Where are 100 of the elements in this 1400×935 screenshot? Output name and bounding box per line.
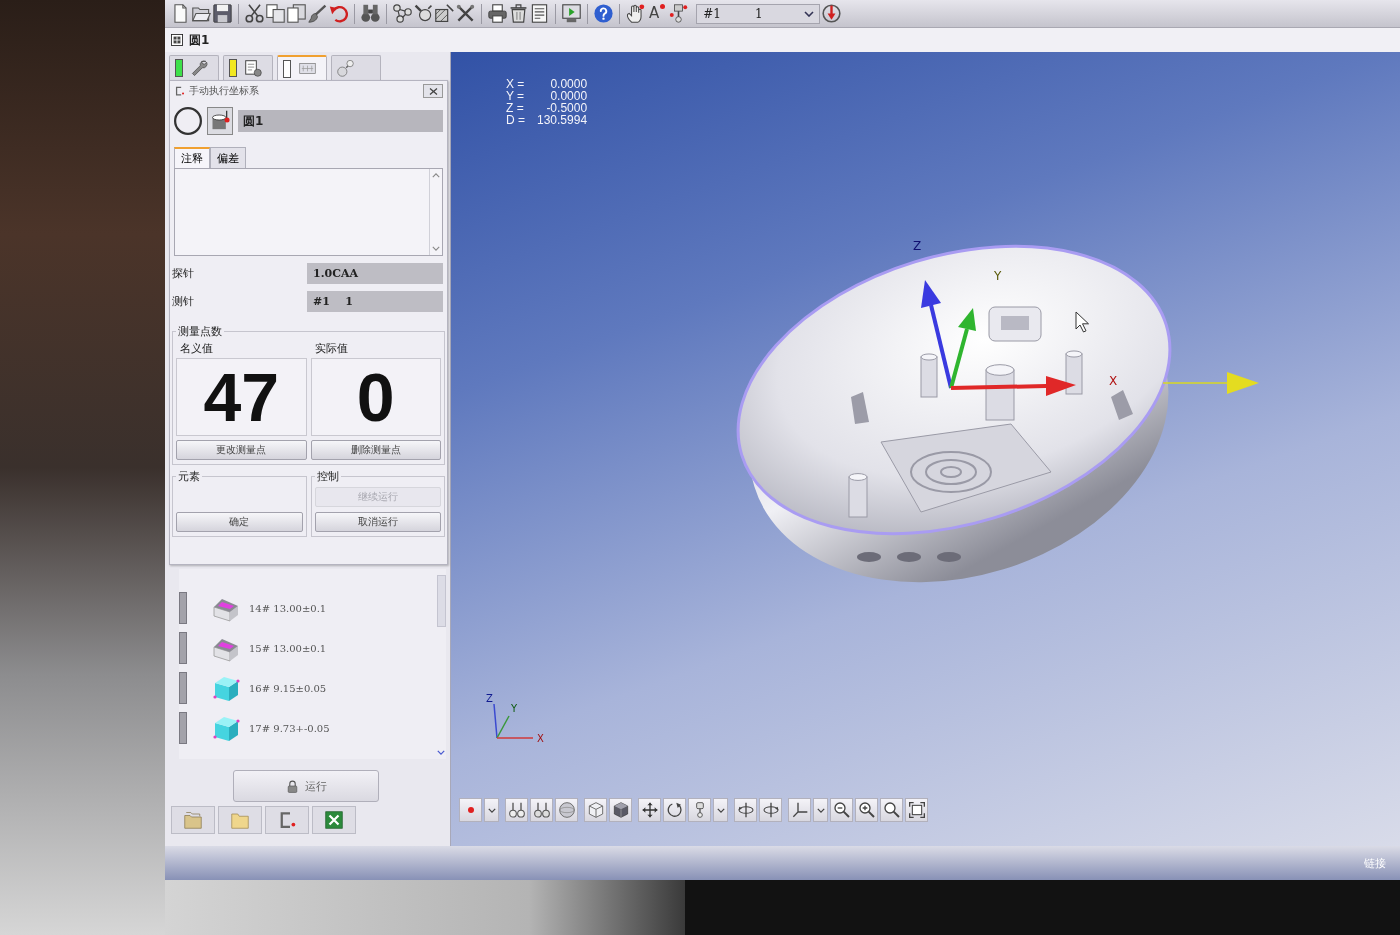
axis-label: Y	[994, 269, 1002, 283]
view-button[interactable]	[905, 798, 928, 822]
scissors-icon[interactable]	[245, 4, 264, 23]
view-button[interactable]	[505, 798, 528, 822]
coordinate-label: Z =	[506, 102, 525, 114]
tab[interactable]: 偏差	[210, 147, 246, 168]
view-button[interactable]	[855, 798, 878, 822]
move-icon	[641, 802, 658, 818]
text-point-button[interactable]: A	[647, 3, 668, 24]
action-button[interactable]: 删除测量点	[310, 440, 441, 460]
mouse-cursor-icon	[1075, 311, 1089, 333]
axis-label: Z	[913, 239, 922, 253]
3d-viewport[interactable]: Z Y X Z Y X X = 0.0000 Y = 0.0000 Z = -0.5000 D = 130.5994	[451, 52, 1400, 846]
save-icon[interactable]	[213, 4, 232, 23]
paste-icon[interactable]	[287, 4, 306, 23]
action-button[interactable]: 确定	[176, 512, 303, 532]
feature-name[interactable]: 圆1	[189, 31, 210, 49]
panel-tab[interactable]	[265, 806, 309, 834]
feature-label[interactable]: 14# 13.00±0.1	[249, 602, 327, 614]
probe-head-icon	[210, 110, 230, 130]
axis-label: X	[537, 733, 544, 744]
copy-icon[interactable]	[266, 4, 285, 23]
row-marker	[179, 672, 187, 704]
view-button[interactable]	[530, 798, 553, 822]
action-button[interactable]: 取消运行	[314, 512, 441, 532]
probe-stylus-icon	[337, 59, 354, 77]
feature-label[interactable]: 16# 9.15±0.05	[249, 682, 327, 694]
probe-tool-icon[interactable]	[414, 4, 433, 23]
scroll-down-icon[interactable]	[437, 750, 445, 755]
panel-tab[interactable]	[223, 55, 273, 80]
solid-cube-icon	[612, 802, 629, 818]
probe-head-icon[interactable]	[669, 4, 689, 23]
run-button[interactable]: 运行	[233, 770, 379, 802]
record-dot-icon	[467, 807, 474, 813]
dropdown[interactable]: #1 1	[696, 3, 821, 24]
field-label: 探针	[172, 266, 195, 281]
dropdown-button[interactable]	[713, 798, 728, 822]
spreadsheet-icon	[325, 811, 343, 829]
view-button[interactable]	[880, 798, 903, 822]
feature-label[interactable]: 15# 13.00±0.1	[249, 642, 327, 654]
rotate-axis-icon	[737, 802, 754, 818]
trash-icon[interactable]	[509, 4, 528, 23]
scrollbar-thumb[interactable]	[436, 575, 446, 627]
view-button[interactable]	[788, 798, 811, 822]
brush-icon[interactable]	[308, 4, 327, 23]
field-value[interactable]: 1.0CAA	[307, 263, 443, 284]
nodes-icon[interactable]	[393, 4, 412, 23]
rotate-icon	[666, 802, 683, 818]
vent-hole	[937, 552, 961, 562]
view-button[interactable]	[734, 798, 757, 822]
folder-icon[interactable]	[192, 4, 211, 23]
panel-tab[interactable]	[277, 55, 327, 80]
coordinate-label: X =	[506, 78, 525, 90]
view-button[interactable]	[459, 798, 482, 822]
binoculars-icon[interactable]	[361, 4, 380, 23]
view-button[interactable]	[638, 798, 661, 822]
coordinate-label: D =	[506, 114, 525, 126]
printer-icon[interactable]	[488, 4, 507, 23]
zoom-in-icon	[858, 802, 875, 818]
field-value[interactable]: #1 1	[307, 291, 443, 312]
cylinder-boss	[1065, 350, 1083, 395]
dropdown-button[interactable]	[484, 798, 499, 822]
scroll-up-icon[interactable]	[432, 173, 440, 178]
new-document-icon[interactable]	[171, 4, 190, 23]
count-label: 实际值	[313, 341, 349, 356]
feature-label[interactable]: 17# 9.73+-0.05	[249, 722, 330, 734]
view-button[interactable]	[663, 798, 686, 822]
tab[interactable]: 注释	[174, 147, 210, 168]
view-button[interactable]	[830, 798, 853, 822]
count-label: 名义值	[179, 341, 214, 356]
hand-icon[interactable]	[626, 4, 645, 23]
gauge-icon	[299, 60, 316, 77]
action-button[interactable]: 更改测量点	[176, 440, 307, 460]
scroll-down-icon[interactable]	[432, 246, 440, 251]
group-title: 控制	[315, 469, 340, 484]
marker-dot-icon	[660, 3, 666, 9]
help-icon[interactable]	[594, 4, 613, 23]
view-button[interactable]	[609, 798, 632, 822]
document-icon	[245, 59, 262, 77]
panel-tab[interactable]	[169, 55, 219, 80]
vent-hole	[897, 552, 921, 562]
crossed-tools-icon[interactable]	[456, 4, 475, 23]
vertical-scrollbar[interactable]	[429, 169, 442, 255]
report-icon[interactable]	[530, 4, 549, 23]
fit-view-icon	[908, 802, 925, 818]
hatch-tool-icon[interactable]	[435, 4, 454, 23]
view-button[interactable]	[759, 798, 782, 822]
group-title: 元素	[177, 469, 201, 484]
coordinate-value: 0.0000	[549, 78, 588, 90]
play-screen-icon[interactable]	[562, 4, 581, 23]
row-marker	[179, 712, 187, 744]
rib	[1111, 390, 1133, 420]
undo-icon[interactable]	[329, 4, 348, 23]
grid-icon[interactable]	[171, 34, 183, 46]
cylinder-boss	[848, 473, 868, 518]
probe-button[interactable]	[207, 107, 233, 135]
feature-name-field[interactable]: 圆1	[238, 110, 443, 132]
panel-tab[interactable]	[312, 806, 356, 834]
close-button[interactable]	[423, 84, 443, 98]
probe-pair-icon	[508, 802, 525, 818]
